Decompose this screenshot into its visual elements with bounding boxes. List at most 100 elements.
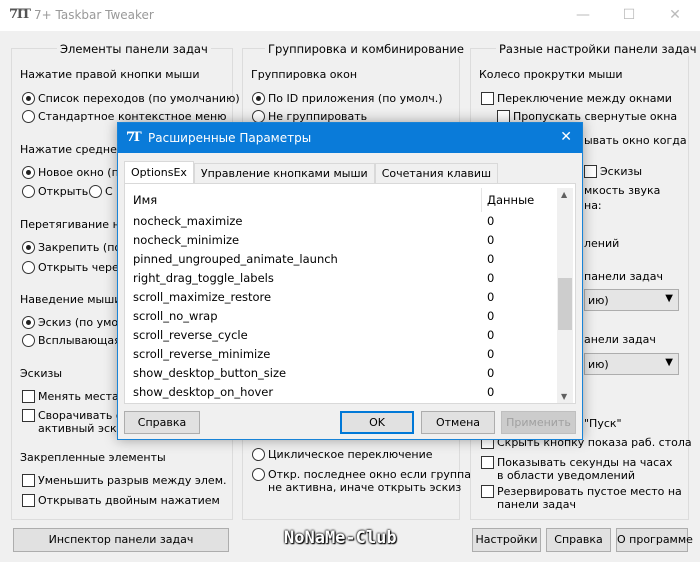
row-name: scroll_no_wrap [133, 309, 218, 323]
table-row[interactable]: show_desktop_on_hover 0 [129, 383, 559, 402]
radio-icon [252, 92, 265, 105]
row-value: 0 [487, 309, 495, 323]
row-name: scroll_reverse_minimize [133, 347, 271, 361]
checkbox-icon [22, 390, 35, 403]
table-row[interactable]: nocheck_minimize 0 [129, 231, 559, 250]
table-row[interactable]: scroll_maximize_restore 0 [129, 288, 559, 307]
tab-optionsex[interactable]: OptionsEx [124, 161, 194, 183]
wheel-text-2: мкость звука [584, 184, 661, 197]
dialog-help-button[interactable]: Справка [124, 411, 200, 434]
table-row[interactable]: right_drag_toggle_labels 0 [129, 269, 559, 288]
row-name: right_drag_toggle_labels [133, 271, 274, 285]
radio-icon [22, 92, 35, 105]
scroll-up-icon[interactable]: ▲ [561, 190, 567, 199]
maximize-button[interactable]: ☐ [606, 0, 652, 31]
checkbox-minimize-active[interactable]: Сворачивать ок активный эскиз [22, 409, 130, 435]
about-button[interactable]: О программе [616, 528, 693, 552]
tab-hotkeys[interactable]: Сочетания клавиш [374, 163, 499, 183]
table-row[interactable]: show_desktop_button_size 0 [129, 364, 559, 383]
radio-icon [22, 110, 35, 123]
group-title: Элементы панели задач [57, 42, 211, 56]
scrollbar-thumb[interactable] [558, 278, 572, 330]
row-name: nocheck_minimize [133, 233, 240, 247]
radio-open[interactable]: Открыть [22, 185, 88, 198]
radio-cycle[interactable]: Циклическое переключение [252, 448, 432, 461]
checkbox-double-click[interactable]: Открывать двойным нажатием [22, 494, 220, 507]
checkbox-icon [481, 485, 494, 498]
radio-icon [252, 448, 265, 461]
thumbs-label: Эскизы [20, 367, 63, 380]
tab-mouse-buttons[interactable]: Управление кнопками мыши [193, 163, 375, 183]
radio-thumbnail[interactable]: Эскиз (по умолч [22, 316, 132, 329]
checkbox-show-seconds[interactable]: Показывать секунды на часах в области уве… [481, 456, 672, 482]
radio-icon [22, 261, 35, 274]
radio-new-window[interactable]: Новое окно (по [22, 166, 125, 179]
close-icon[interactable]: ✕ [560, 129, 572, 145]
checkbox-reserve-space[interactable]: Резервировать пустое место на панели зада… [481, 485, 682, 511]
close-button[interactable]: ✕ [652, 0, 698, 31]
checkbox-thumbnails[interactable]: Эскизы [584, 165, 642, 178]
radio-jumplist[interactable]: Список переходов (по умолчанию) [22, 92, 240, 105]
wheel-text-3: на: [584, 199, 602, 212]
dialog-title: Расширенные Параметры [148, 131, 312, 145]
combo-panel-2[interactable]: ию) ▼ [584, 353, 679, 375]
options-list[interactable]: Имя Данные nocheck_maximize 0 nocheck_mini… [129, 188, 573, 403]
table-row[interactable]: scroll_no_wrap 0 [129, 307, 559, 326]
panel-label: панели задач [584, 270, 664, 283]
column-data[interactable]: Данные [487, 193, 534, 207]
ok-button[interactable]: OK [340, 411, 414, 434]
radio-popup[interactable]: Всплывающая п [22, 334, 131, 347]
combo-panel-1[interactable]: ию) ▼ [584, 289, 679, 311]
radio-icon [22, 241, 35, 254]
row-value: 0 [487, 233, 495, 247]
row-name: pinned_ungrouped_animate_launch [133, 252, 338, 266]
row-name: scroll_reverse_cycle [133, 328, 248, 342]
radio-other[interactable]: С [89, 185, 113, 198]
checkbox-icon [584, 165, 597, 178]
radio-icon [22, 334, 35, 347]
row-value: 0 [487, 347, 495, 361]
chevron-down-icon: ▼ [665, 357, 673, 368]
table-row[interactable]: scroll_reverse_cycle 0 [129, 326, 559, 345]
wheel-text-1: ывать окно когда [584, 134, 687, 147]
radio-pin[interactable]: Закрепить (по у [22, 241, 131, 254]
radio-by-app-id[interactable]: По ID приложения (по умолч.) [252, 92, 443, 105]
wheel-label: Колесо прокрутки мыши [479, 68, 623, 81]
help-button[interactable]: Справка [546, 528, 611, 552]
cancel-button[interactable]: Отмена [421, 411, 495, 434]
checkbox-icon [481, 456, 494, 469]
checkbox-switch-windows[interactable]: Переключение между окнами [481, 92, 672, 105]
checkbox-icon [22, 474, 35, 487]
row-value: 0 [487, 214, 495, 228]
table-row[interactable]: scroll_reverse_minimize 0 [129, 345, 559, 364]
wheel-text-4: лений [584, 237, 620, 250]
radio-open-via[interactable]: Открыть через [22, 261, 125, 274]
inspector-button[interactable]: Инспектор панели задач [13, 528, 229, 552]
minimize-button[interactable]: — [560, 0, 606, 31]
row-value: 0 [487, 252, 495, 266]
column-name[interactable]: Имя [133, 193, 157, 207]
row-name: nocheck_maximize [133, 214, 243, 228]
dialog-tabs: OptionsEx Управление кнопками мыши Сочет… [124, 161, 499, 183]
checkbox-icon [22, 409, 35, 422]
table-row[interactable]: nocheck_maximize 0 [129, 212, 559, 231]
checkbox-icon [22, 494, 35, 507]
row-value: 0 [487, 366, 495, 380]
row-value: 0 [487, 290, 495, 304]
dialog-title-bar: 7T Расширенные Параметры ✕ [118, 123, 582, 153]
table-row[interactable]: pinned_ungrouped_animate_launch 0 [129, 250, 559, 269]
app-icon: 7TT [9, 7, 31, 22]
vertical-scrollbar[interactable]: ▲ ▼ [557, 188, 573, 403]
radio-open-last[interactable]: Откр. последнее окно если группа не актив… [252, 468, 471, 494]
apply-button[interactable]: Применить [501, 411, 576, 434]
window-title: 7+ Taskbar Tweaker [34, 8, 154, 22]
settings-button[interactable]: Настройки [472, 528, 541, 552]
hover-label: Наведение мыши н [20, 293, 133, 306]
tab-panel: Имя Данные nocheck_maximize 0 nocheck_mini… [124, 183, 576, 404]
group-title: Группировка и комбинирование [265, 42, 467, 56]
radio-icon [22, 166, 35, 179]
radio-icon [22, 185, 35, 198]
chevron-down-icon: ▼ [665, 293, 673, 304]
scroll-down-icon[interactable]: ▼ [561, 392, 567, 401]
checkbox-reduce-gap[interactable]: Уменьшить разрыв между элем. [22, 474, 226, 487]
